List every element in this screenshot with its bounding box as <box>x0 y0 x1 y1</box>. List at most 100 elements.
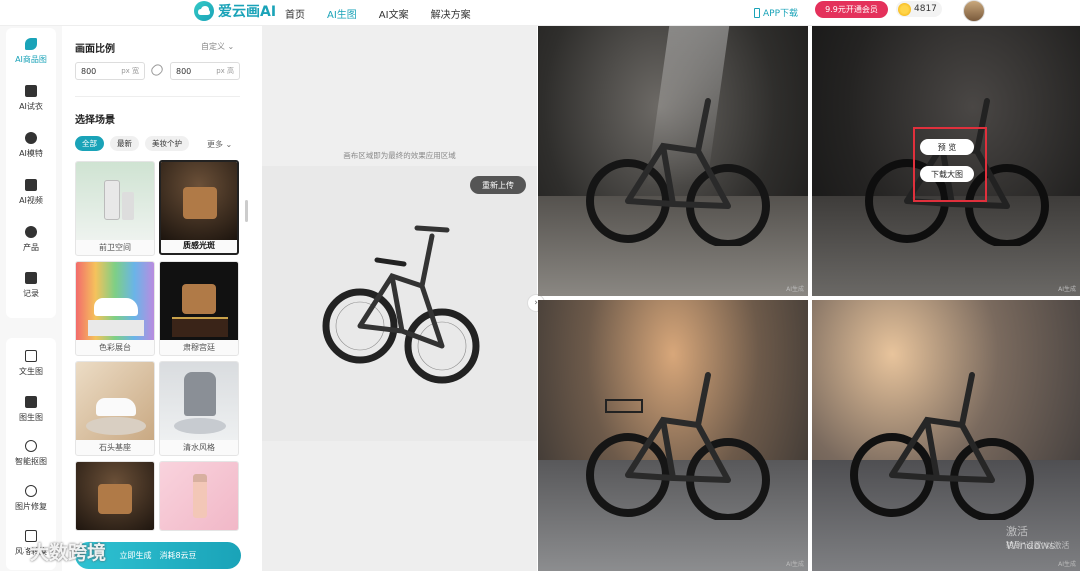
nav-solutions[interactable]: 解决方案 <box>431 6 471 21</box>
scene-label: 清水风格 <box>183 443 215 452</box>
coin-count: 4817 <box>914 4 937 14</box>
logo[interactable]: 爱云画AI <box>194 1 276 21</box>
sidebar-item-ai-model[interactable]: AI模特 <box>0 132 62 159</box>
scene-card[interactable] <box>159 461 239 531</box>
sidebar-item-label: AI模特 <box>19 149 43 158</box>
scene-label: 色彩展台 <box>99 343 131 352</box>
product-bike-image <box>322 225 480 384</box>
logo-text: 爱云画AI <box>218 4 277 20</box>
canvas-top-area <box>262 26 537 166</box>
sidebar-item-cutout[interactable]: 智能抠图 <box>0 440 62 467</box>
canvas-panel: 画布区域即为最终的效果应用区域 重新上传 <box>262 26 537 571</box>
product-icon <box>25 226 37 238</box>
bike-image <box>586 372 770 520</box>
sidebar-item-ai-product[interactable]: AI商品图 <box>0 38 62 65</box>
scene-card-selected[interactable]: 质感光斑 <box>159 160 239 255</box>
scene-thumbnail <box>160 462 238 530</box>
ai-generated-tag: AI生成 <box>1058 286 1076 293</box>
user-avatar[interactable] <box>963 0 985 22</box>
reupload-button[interactable]: 重新上传 <box>470 176 526 194</box>
scene-tabs: 全部 最新 美妆个护 <box>75 136 189 151</box>
sidebar-item-ai-tryon[interactable]: AI试衣 <box>0 85 62 112</box>
result-image-1[interactable]: AI生成 <box>538 26 808 296</box>
sidebar-item-label: 图生图 <box>19 413 43 422</box>
scene-card[interactable] <box>75 461 155 531</box>
sidebar-item-label: AI视频 <box>19 196 43 205</box>
sidebar-item-ai-video[interactable]: AI视频 <box>0 179 62 206</box>
scene-thumbnail <box>161 162 237 240</box>
scene-card[interactable]: 清水风格 <box>159 361 239 456</box>
text-to-image-icon <box>25 350 37 362</box>
sidebar-item-image-to-image[interactable]: 图生图 <box>0 396 62 423</box>
sidebar-item-text-to-image[interactable]: 文生图 <box>0 350 62 377</box>
scene-label: 肃穆宫廷 <box>183 343 215 352</box>
nav-ai-image[interactable]: AI生图 <box>327 6 357 21</box>
scene-title: 选择场景 <box>75 115 115 126</box>
ratio-mode-select[interactable]: 自定义 ⌄ <box>201 41 234 52</box>
canvas-tip: 画布区域即为最终的效果应用区域 <box>343 151 456 160</box>
more-tabs-button[interactable]: 更多 ⌄ <box>207 139 232 150</box>
canvas-area[interactable] <box>262 166 537 441</box>
brand-watermark: 大数跨境 <box>8 538 106 565</box>
tab-all[interactable]: 全部 <box>75 136 104 151</box>
bike-image <box>850 372 1034 520</box>
sidebar-item-label: 图片修复 <box>15 502 47 511</box>
scene-card[interactable]: 前卫空间 <box>75 161 155 256</box>
watermark-logo-icon <box>8 542 26 561</box>
coin-icon <box>898 2 911 16</box>
scene-thumbnail <box>76 462 154 530</box>
scene-label: 石头基座 <box>99 443 131 452</box>
sidebar-item-record[interactable]: 记录 <box>0 272 62 299</box>
sidebar-item-label: AI商品图 <box>15 55 47 64</box>
scene-label: 前卫空间 <box>99 243 131 252</box>
tab-beauty[interactable]: 美妆个护 <box>145 136 189 151</box>
tab-latest[interactable]: 最新 <box>110 136 139 151</box>
ratio-mode-label: 自定义 <box>201 42 225 51</box>
ai-generated-tag: AI生成 <box>1058 561 1076 568</box>
height-value: 800 <box>176 66 192 76</box>
preview-button[interactable]: 预 览 <box>920 139 974 155</box>
divider <box>75 96 240 97</box>
image-to-image-icon <box>25 396 37 408</box>
sidebar-item-product[interactable]: 产品 <box>0 226 62 253</box>
ai-generated-tag: AI生成 <box>786 561 804 568</box>
ai-generated-tag: AI生成 <box>786 286 804 293</box>
windows-activation-subtext: 转到"设置"以激活 <box>1006 541 1070 550</box>
app-download-label: APP下载 <box>763 9 799 19</box>
app-download-link[interactable]: APP下载 <box>754 6 798 19</box>
hanger-icon <box>25 85 37 97</box>
top-bar: 爱云画AI 首页 AI生图 AI文案 解决方案 APP下载 9.9元开通会员 4… <box>0 0 1080 26</box>
coin-balance[interactable]: 4817 <box>896 1 942 17</box>
cutout-icon <box>25 440 37 452</box>
scene-card[interactable]: 色彩展台 <box>75 261 155 356</box>
scene-thumbnail <box>76 162 154 240</box>
phone-icon <box>754 7 760 18</box>
scene-card[interactable]: 石头基座 <box>75 361 155 456</box>
sidebar-item-label: AI试衣 <box>19 102 43 111</box>
download-button[interactable]: 下载大图 <box>920 166 974 182</box>
scene-card[interactable]: 肃穆宫廷 <box>159 261 239 356</box>
sidebar-item-label: 产品 <box>23 243 39 252</box>
nav-ai-copy[interactable]: AI文案 <box>379 6 409 21</box>
height-input[interactable]: 800 px 高 <box>170 62 240 80</box>
generate-cost: 消耗8云豆 <box>159 551 197 560</box>
brush-icon <box>25 38 37 50</box>
main-nav: 首页 AI生图 AI文案 解决方案 <box>285 0 493 26</box>
watermark-text: 大数跨境 <box>30 542 107 564</box>
nav-home[interactable]: 首页 <box>285 6 305 21</box>
record-icon <box>25 272 37 284</box>
sidebar-item-label: 记录 <box>23 289 39 298</box>
chevron-down-icon: ⌄ <box>225 140 233 149</box>
ratio-title: 画面比例 <box>75 44 115 55</box>
sidebar-item-label: 智能抠图 <box>15 457 47 466</box>
scene-thumbnail <box>76 262 154 340</box>
scene-label: 质感光斑 <box>183 241 215 250</box>
video-icon <box>25 179 37 191</box>
scene-thumbnail <box>160 262 238 340</box>
repair-icon <box>25 485 37 497</box>
panel-scrollbar[interactable] <box>245 200 248 222</box>
width-input[interactable]: 800 px 宽 <box>75 62 145 80</box>
sidebar-item-repair[interactable]: 图片修复 <box>0 485 62 512</box>
result-image-3[interactable]: AI生成 <box>538 300 808 571</box>
vip-button[interactable]: 9.9元开通会员 <box>815 1 888 18</box>
